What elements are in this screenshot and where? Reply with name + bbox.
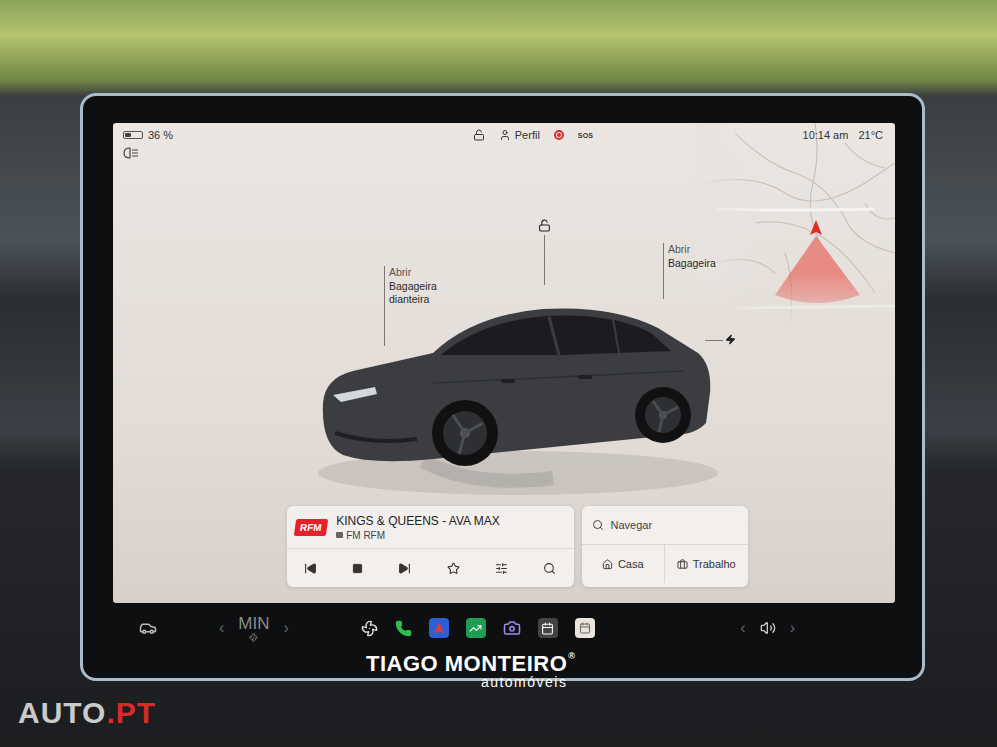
site-watermark: AUTO.PT	[18, 696, 156, 730]
camera-icon	[503, 619, 521, 637]
toybox-app[interactable]	[538, 618, 558, 638]
volume-control: ‹›	[740, 619, 795, 637]
trunk-line	[663, 243, 664, 299]
charge-line	[705, 340, 723, 341]
climate-down-button[interactable]: ‹	[219, 619, 224, 637]
phone-button[interactable]	[395, 620, 412, 637]
climate-control: ‹ MIN ›	[219, 615, 289, 642]
energy-app[interactable]	[466, 618, 486, 638]
trunk-target: Bagageira	[668, 257, 746, 271]
battery: 36 %	[123, 129, 323, 141]
headlight-icon	[123, 147, 139, 159]
app-launcher	[361, 618, 595, 638]
wiper-button[interactable]	[361, 620, 378, 637]
fan-icon	[249, 633, 258, 642]
wiper-icon	[361, 620, 378, 637]
car-lock-button[interactable]	[538, 219, 551, 232]
lightning-icon	[725, 334, 736, 345]
shortcut-button[interactable]: Casa	[582, 545, 665, 583]
previous-icon[interactable]	[304, 562, 317, 575]
volume-up-button[interactable]: ›	[790, 619, 795, 637]
navigation-card: NavegarCasaTrabalho	[582, 506, 748, 587]
grid-icon	[541, 622, 554, 635]
dock: ‹MIN›‹›	[113, 603, 895, 653]
person-icon	[499, 129, 511, 141]
frunk-button[interactable]: AbrirBagageira dianteira	[389, 266, 467, 307]
briefcase-icon	[677, 559, 688, 570]
car-button[interactable]	[139, 619, 157, 637]
charge-port-button[interactable]	[725, 334, 736, 345]
map[interactable]	[695, 123, 895, 338]
volume-down-button[interactable]: ‹	[740, 619, 745, 637]
home-icon	[602, 559, 613, 570]
search-icon[interactable]	[543, 562, 556, 575]
radio-icon	[336, 532, 343, 538]
trunk-button[interactable]: AbrirBagageira	[668, 243, 746, 270]
camera-button[interactable]	[503, 619, 521, 637]
search-icon	[592, 519, 604, 531]
lock-icon	[538, 219, 551, 232]
navigation-app[interactable]	[429, 618, 449, 638]
navigation-search[interactable]: Navegar	[582, 506, 748, 545]
clock: 10:14 am	[803, 129, 849, 141]
track-title: KINGS & QUEENS - AVA MAX	[336, 514, 500, 528]
navigation-app-icon	[432, 621, 446, 635]
calendar-icon	[579, 622, 591, 634]
lock-icon[interactable]	[473, 129, 485, 141]
stop-icon[interactable]	[352, 563, 363, 574]
car-image[interactable]	[313, 283, 723, 503]
frunk-action: Abrir	[389, 266, 467, 280]
profile-button[interactable]: Perfil	[499, 129, 540, 141]
battery-reading: 36 %	[148, 129, 173, 141]
trunk-action: Abrir	[668, 243, 746, 257]
media-player: RFM KINGS & QUEENS - AVA MAX FM RFM	[287, 506, 574, 587]
shortcut-button[interactable]: Trabalho	[664, 545, 748, 583]
climate-value[interactable]: MIN	[238, 615, 269, 642]
display: AbrirBagageira dianteiraAbrirBagageira36…	[113, 123, 895, 603]
dealer-watermark: TIAGO MONTEIRO®automóveis	[366, 651, 575, 690]
chart-icon	[469, 622, 482, 635]
status-bar: 36 % Perfil SOS 10:14 am 21°C	[113, 123, 895, 159]
equalizer-icon[interactable]	[495, 562, 508, 575]
touchscreen: AbrirBagageira dianteiraAbrirBagageira36…	[80, 93, 925, 681]
calendar-app[interactable]	[575, 618, 595, 638]
photo-frame: AbrirBagageira dianteiraAbrirBagageira36…	[0, 0, 997, 747]
temperature: 21°C	[858, 129, 883, 141]
frunk-target: Bagageira dianteira	[389, 280, 467, 307]
phone-icon	[395, 620, 412, 637]
station-logo: RFM	[293, 519, 327, 536]
speaker-icon[interactable]	[760, 620, 776, 636]
battery-icon	[123, 131, 143, 139]
climate-up-button[interactable]: ›	[284, 619, 289, 637]
media-controls	[287, 548, 574, 587]
next-icon[interactable]	[398, 562, 411, 575]
car-icon	[139, 619, 157, 637]
star-icon[interactable]	[447, 562, 460, 575]
sos-button[interactable]: SOS	[578, 132, 593, 139]
lock-line	[544, 235, 545, 285]
dashcam-record-icon[interactable]	[554, 130, 564, 140]
track-source: FM RFM	[336, 530, 500, 541]
frunk-line	[384, 266, 385, 346]
